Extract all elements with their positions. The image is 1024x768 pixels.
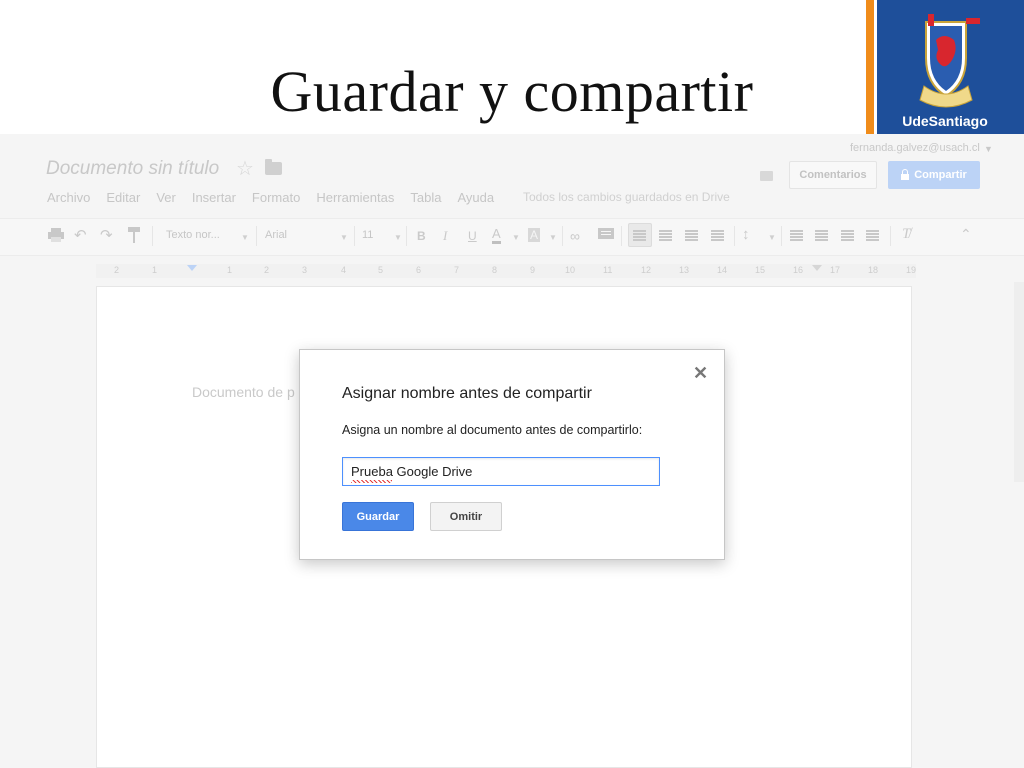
font-select[interactable]: Arial: [265, 229, 287, 241]
ruler-number: 13: [679, 265, 690, 275]
ruler-number: 15: [755, 265, 766, 275]
bulleted-list-icon[interactable]: [815, 230, 828, 241]
ruler-number: 14: [717, 265, 728, 275]
ruler-number: 17: [830, 265, 841, 275]
ruler-number: 5: [378, 265, 384, 275]
rename-dialog: Asignar nombre antes de compartir ✕ Asig…: [299, 349, 725, 560]
dialog-message: Asigna un nombre al documento antes de c…: [342, 423, 643, 437]
collapse-menus-icon[interactable]: ⌃: [960, 226, 972, 243]
ruler-number: 1: [152, 265, 158, 275]
menu-item-help[interactable]: Ayuda: [457, 190, 494, 206]
star-icon[interactable]: ☆: [236, 156, 254, 181]
italic-icon[interactable]: I: [443, 228, 447, 244]
folder-icon[interactable]: [265, 159, 282, 175]
ruler-number: 10: [565, 265, 576, 275]
chevron-down-icon: ▼: [512, 233, 520, 242]
chat-icon[interactable]: [760, 171, 773, 181]
line-spacing-icon[interactable]: ↕: [742, 226, 750, 243]
chevron-down-icon[interactable]: ▼: [984, 144, 993, 154]
chevron-down-icon: ▼: [241, 233, 249, 242]
ruler-number: 19: [906, 265, 917, 275]
paint-format-icon[interactable]: [128, 227, 140, 243]
menu-item-file[interactable]: Archivo: [47, 190, 90, 206]
save-button[interactable]: Guardar: [342, 502, 414, 531]
chevron-down-icon: ▼: [394, 233, 402, 242]
dialog-title: Asignar nombre antes de compartir: [342, 385, 592, 402]
ruler-number: 7: [454, 265, 460, 275]
comments-button[interactable]: Comentarios: [789, 161, 877, 189]
menu-item-format[interactable]: Formato: [252, 190, 300, 206]
ruler-number: 8: [492, 265, 498, 275]
skip-button[interactable]: Omitir: [430, 502, 502, 531]
left-indent-marker[interactable]: [187, 265, 197, 271]
menu-item-tools[interactable]: Herramientas: [316, 190, 394, 206]
text-color-icon[interactable]: A: [492, 227, 501, 244]
lock-icon: [901, 168, 910, 180]
ruler-number: 4: [341, 265, 347, 275]
share-button-label: Compartir: [914, 169, 967, 181]
menu-item-edit[interactable]: Editar: [106, 190, 140, 206]
save-status: Todos los cambios guardados en Drive: [523, 190, 730, 204]
menu-bar: Archivo Editar Ver Insertar Formato Herr…: [47, 190, 510, 206]
ruler-number: 1: [227, 265, 233, 275]
clear-formatting-icon[interactable]: T̸: [902, 226, 910, 243]
align-right-icon[interactable]: [685, 230, 698, 241]
font-size-select[interactable]: 11: [362, 229, 373, 241]
ruler-number: 16: [793, 265, 804, 275]
ruler-number: 6: [416, 265, 422, 275]
ruler-number: 2: [264, 265, 270, 275]
align-center-icon[interactable]: [659, 230, 672, 241]
menu-item-view[interactable]: Ver: [156, 190, 176, 206]
chevron-down-icon: ▼: [549, 233, 557, 242]
close-icon[interactable]: ✕: [693, 363, 708, 384]
ruler-number: 2: [114, 265, 120, 275]
paragraph-style-select[interactable]: Texto nor...: [166, 229, 220, 241]
logo-text: UdeSantiago: [902, 113, 988, 129]
ruler-numbers: 2 1 1 2 3 4 5 6 7 8 9 10 11 12 13 14 15 …: [96, 265, 916, 277]
highlight-color-icon[interactable]: A: [528, 228, 541, 242]
chevron-down-icon: ▼: [340, 233, 348, 242]
ruler-number: 12: [641, 265, 652, 275]
chevron-down-icon: ▼: [768, 233, 776, 242]
document-title[interactable]: Documento sin título: [46, 158, 219, 180]
ruler-number: 9: [530, 265, 536, 275]
user-email[interactable]: fernanda.galvez@usach.cl: [850, 142, 980, 154]
underline-icon[interactable]: U: [468, 229, 477, 243]
insert-comment-icon[interactable]: [598, 228, 614, 242]
document-body-text: Documento de p: [192, 384, 295, 400]
ruler-number: 3: [302, 265, 308, 275]
spellcheck-underline: [351, 480, 392, 483]
decrease-indent-icon[interactable]: [841, 230, 854, 241]
ruler-number: 11: [603, 265, 613, 275]
align-left-icon: [633, 230, 646, 241]
undo-icon[interactable]: ↶: [74, 226, 87, 244]
university-logo: UdeSantiago: [866, 0, 1024, 134]
numbered-list-icon[interactable]: [790, 230, 803, 241]
print-icon[interactable]: [48, 228, 64, 242]
increase-indent-icon[interactable]: [866, 230, 879, 241]
menu-item-insert[interactable]: Insertar: [192, 190, 236, 206]
link-icon[interactable]: ∞: [570, 228, 580, 244]
right-indent-marker[interactable]: [812, 265, 822, 271]
menu-item-table[interactable]: Tabla: [410, 190, 441, 206]
align-justify-icon[interactable]: [711, 230, 724, 241]
ruler-number: 18: [868, 265, 879, 275]
share-button[interactable]: Compartir: [888, 161, 980, 189]
redo-icon[interactable]: ↷: [100, 226, 113, 244]
scrollbar[interactable]: [1014, 282, 1024, 482]
bold-icon[interactable]: B: [417, 229, 426, 243]
